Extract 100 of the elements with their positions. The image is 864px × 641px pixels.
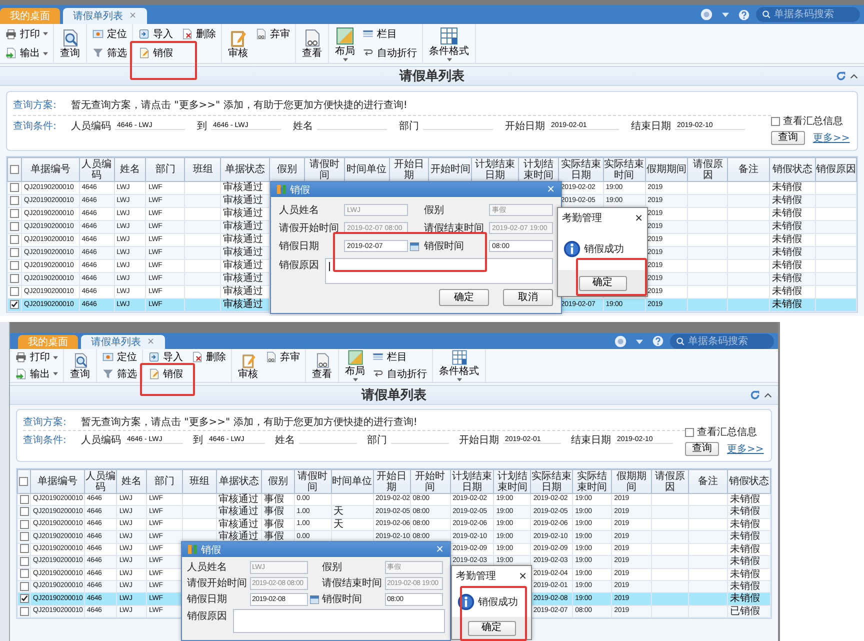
toolbar-button[interactable]: 导入 xyxy=(136,24,175,44)
column-header[interactable]: 人员编码 xyxy=(79,158,114,182)
checkbox[interactable] xyxy=(771,116,780,126)
close-button[interactable]: × xyxy=(518,570,527,582)
toolbar-button[interactable]: 打印 xyxy=(3,24,50,44)
column-header[interactable]: 姓名 xyxy=(116,470,147,494)
refresh-icon[interactable] xyxy=(750,390,760,400)
toolbar-button[interactable]: 删除 xyxy=(189,349,228,366)
checkbox[interactable] xyxy=(10,261,19,270)
checkbox[interactable] xyxy=(20,520,29,529)
column-header[interactable]: 请假原因 xyxy=(688,158,728,182)
toolbar-button[interactable]: 查看 xyxy=(299,24,325,63)
close-button[interactable]: × xyxy=(546,184,555,195)
checkbox[interactable] xyxy=(20,556,29,566)
checkbox[interactable] xyxy=(20,494,29,504)
column-header[interactable]: 部门 xyxy=(146,470,183,494)
column-header[interactable]: 单据状态 xyxy=(216,470,262,494)
column-header[interactable]: 假别 xyxy=(270,158,304,182)
column-header[interactable]: 销假原因 xyxy=(815,158,856,182)
calendar-icon[interactable] xyxy=(310,594,319,604)
toolbar-button[interactable]: 销假 xyxy=(136,44,175,63)
column-header[interactable]: 部门 xyxy=(146,158,185,182)
close-button[interactable]: × xyxy=(436,544,444,555)
column-header[interactable]: 姓名 xyxy=(114,158,146,182)
checkbox[interactable] xyxy=(10,274,19,284)
checkbox[interactable] xyxy=(10,196,19,206)
close-button[interactable]: × xyxy=(634,212,643,224)
toolbar-button[interactable]: 弃审 xyxy=(263,349,302,366)
column-header[interactable]: 假期期间 xyxy=(612,470,652,494)
collapse-icon[interactable] xyxy=(764,392,772,398)
column-header[interactable]: 请假时间 xyxy=(294,470,332,494)
toolbar-button[interactable]: 导入 xyxy=(146,349,185,366)
checkbox[interactable] xyxy=(10,222,19,232)
calendar-icon[interactable] xyxy=(410,242,419,250)
help-icon[interactable] xyxy=(738,8,750,20)
toolbar-button[interactable]: 查询 xyxy=(57,24,83,63)
column-header[interactable]: 请假原因 xyxy=(652,470,689,494)
checkbox[interactable] xyxy=(19,476,28,486)
search-field[interactable]: 单据条码搜索 xyxy=(756,7,860,22)
toolbar-button[interactable]: 筛选 xyxy=(100,366,139,382)
checkbox[interactable] xyxy=(20,606,29,616)
column-header[interactable]: 备注 xyxy=(688,470,728,494)
column-header[interactable]: 开始日期 xyxy=(373,470,410,494)
toolbar-button[interactable]: 定位 xyxy=(100,349,139,366)
column-header[interactable]: 开始日期 xyxy=(389,158,429,182)
column-header[interactable]: 计划结束时间 xyxy=(518,158,558,182)
dialog-button[interactable]: 确定 xyxy=(439,289,489,306)
column-header[interactable]: 假别 xyxy=(262,470,294,494)
toolbar-button[interactable]: 筛选 xyxy=(90,44,129,63)
refresh-icon[interactable] xyxy=(836,71,846,81)
column-header[interactable]: 实际结束日期 xyxy=(530,470,573,494)
text-area[interactable] xyxy=(325,258,553,284)
column-header[interactable]: 时间单位 xyxy=(331,470,374,494)
column-header[interactable]: 时间单位 xyxy=(344,158,390,182)
ok-button[interactable]: 确定 xyxy=(468,620,516,636)
column-header[interactable]: 销假状态 xyxy=(728,470,770,494)
column-header[interactable]: 单据编号 xyxy=(30,470,84,494)
more-link[interactable]: 更多>> xyxy=(813,131,850,145)
checkbox[interactable] xyxy=(20,544,29,554)
checkbox[interactable] xyxy=(10,183,19,192)
toolbar-button[interactable]: 栏目 xyxy=(360,24,399,44)
column-header[interactable]: 假期期间 xyxy=(645,158,688,182)
tab[interactable]: 请假单列表 × xyxy=(63,8,147,24)
user-icon[interactable] xyxy=(700,8,713,21)
help-icon[interactable] xyxy=(652,335,664,347)
checkbox[interactable] xyxy=(20,532,29,542)
column-header[interactable]: 计划结束日期 xyxy=(472,158,519,182)
ok-button[interactable]: 确定 xyxy=(578,276,626,290)
toolbar-button[interactable]: 栏目 xyxy=(370,349,409,366)
column-header[interactable]: 实际结束时间 xyxy=(572,470,612,494)
checkbox[interactable] xyxy=(685,428,694,436)
toolbar-button[interactable]: 自动折行 xyxy=(360,44,419,63)
checkbox[interactable] xyxy=(10,300,19,310)
checkbox[interactable] xyxy=(10,248,19,258)
checkbox[interactable] xyxy=(10,209,19,218)
tab[interactable]: 请假单列表 × xyxy=(81,335,165,349)
column-header[interactable]: 开始时间 xyxy=(410,470,450,494)
column-header[interactable]: 销假状态 xyxy=(770,158,816,182)
column-header[interactable]: 请假时间 xyxy=(304,158,344,182)
toolbar-button[interactable]: 打印 xyxy=(13,349,60,366)
toolbar-button[interactable]: 布局 xyxy=(332,24,358,63)
checkbox[interactable] xyxy=(10,287,19,296)
dialog-button[interactable]: 取消 xyxy=(503,289,553,306)
column-header[interactable]: 单据编号 xyxy=(21,158,80,182)
column-header[interactable]: 实际结束日期 xyxy=(558,158,604,182)
toolbar-button[interactable]: 删除 xyxy=(179,24,218,44)
checkbox[interactable] xyxy=(10,235,19,244)
toolbar-button[interactable]: 弃审 xyxy=(253,24,292,44)
checkbox[interactable] xyxy=(20,594,29,604)
more-link[interactable]: 更多>> xyxy=(727,442,764,456)
toolbar-button[interactable]: 查询 xyxy=(67,349,93,382)
toolbar-button[interactable]: 查看 xyxy=(309,349,335,382)
text-area[interactable] xyxy=(233,609,445,633)
toolbar-button[interactable]: 条件格式 xyxy=(426,24,472,63)
column-header[interactable]: 计划结束时间 xyxy=(494,470,531,494)
checkbox[interactable] xyxy=(20,507,29,516)
column-header[interactable]: 计划结束日期 xyxy=(450,470,494,494)
toolbar-button[interactable]: 销假 xyxy=(146,366,185,382)
toolbar-button[interactable]: 输出 xyxy=(13,366,60,382)
search-field[interactable]: 单据条码搜索 xyxy=(670,334,774,348)
